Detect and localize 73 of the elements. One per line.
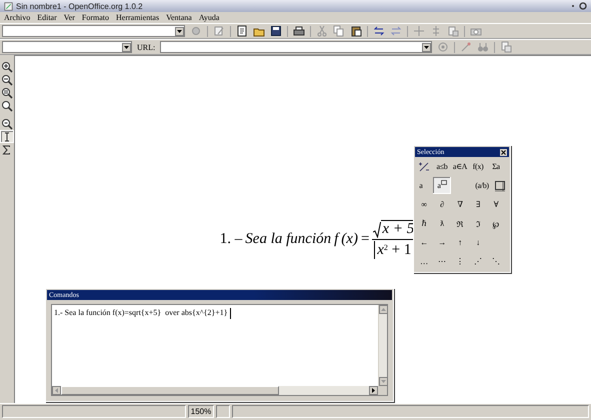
menu-item[interactable]: Ver	[64, 13, 75, 22]
symbol-button[interactable]: a≤b	[433, 158, 451, 175]
url-label: URL:	[137, 42, 156, 52]
status-cell	[216, 405, 230, 418]
menu-item[interactable]: Editar	[37, 13, 57, 22]
zoom-level: 150%	[188, 405, 214, 418]
symbol-button[interactable]: a∈A	[451, 158, 469, 175]
scroll-up-button[interactable]	[379, 305, 388, 314]
down-arrow-icon	[381, 380, 386, 383]
placeholder-box-icon	[440, 180, 447, 185]
copy-icon[interactable]	[333, 25, 345, 37]
fraction-icon[interactable]	[418, 160, 430, 172]
symbol-button[interactable]: ↓	[469, 234, 487, 251]
window-title: Sin nombre1 - OpenOffice.org 1.0.2	[16, 2, 144, 10]
scroll-thumb[interactable]	[61, 386, 279, 395]
undo-icon[interactable]	[373, 25, 385, 37]
symbol-button[interactable]: f(x)	[469, 158, 487, 175]
menu-item[interactable]: Formato	[82, 13, 109, 22]
symbol-button[interactable]: ∀	[487, 196, 505, 213]
symbol-button[interactable]: …	[415, 253, 433, 270]
close-icon[interactable]	[500, 148, 507, 156]
scrollbar-corner	[378, 386, 387, 395]
load-url-combo[interactable]	[2, 25, 185, 37]
menu-item[interactable]: Archivo	[4, 13, 30, 22]
symbol-button[interactable]: ↑	[451, 234, 469, 251]
symbol-button[interactable]: ⋮	[451, 253, 469, 270]
symbol-button[interactable]: ⋯	[433, 253, 451, 270]
app-icon	[4, 2, 13, 10]
menu-item[interactable]: Ayuda	[198, 13, 220, 22]
symbol-button[interactable]: ℘	[487, 215, 505, 232]
zoom-grid-icon[interactable]	[1, 86, 13, 98]
paste-icon[interactable]	[350, 25, 362, 37]
minimize-icon[interactable]	[570, 2, 576, 10]
symbol-button[interactable]: ƛ	[433, 215, 451, 232]
symbol-button[interactable]: ∃	[469, 196, 487, 213]
scroll-right-button[interactable]	[369, 386, 378, 395]
symbol-button[interactable]: (a/b)	[473, 177, 491, 194]
symbol-button[interactable]: →	[433, 234, 451, 251]
dropdown-arrow-icon[interactable]	[124, 46, 129, 48]
symbol-button[interactable]: ℜ	[451, 215, 469, 232]
right-arrow-icon	[372, 388, 375, 393]
symbol-button[interactable]: ∇	[451, 196, 469, 213]
symbol-button[interactable]: ∞	[415, 196, 433, 213]
symbol-button[interactable]: ←	[415, 234, 433, 251]
new-document-icon[interactable]	[236, 25, 248, 37]
magnifier-icon[interactable]	[1, 100, 13, 112]
left-arrow-icon	[55, 388, 58, 393]
up-arrow-icon	[381, 308, 386, 311]
target-frame-combo[interactable]	[2, 41, 132, 53]
vertical-scrollbar[interactable]	[378, 305, 387, 386]
menu-item[interactable]: Herramientas	[116, 13, 160, 22]
frame-icon[interactable]	[494, 180, 506, 192]
symbol-button[interactable]: a	[433, 177, 451, 194]
symbol-button[interactable]: Σa	[487, 158, 505, 175]
url-field[interactable]	[160, 41, 432, 53]
horizontal-scrollbar[interactable]	[52, 386, 378, 395]
radical-sign-icon	[373, 222, 382, 238]
scroll-left-button[interactable]	[52, 386, 61, 395]
print-icon[interactable]	[293, 25, 305, 37]
zoom-in-icon[interactable]	[1, 60, 13, 72]
symbol-button[interactable]: ℏ	[415, 215, 433, 232]
symbol-button[interactable]: a⃗	[415, 177, 433, 194]
symbol-button[interactable]: ⋰	[469, 253, 487, 270]
zoom-out-icon[interactable]	[1, 74, 13, 86]
save-icon[interactable]	[270, 25, 282, 37]
symbol-button[interactable]: ⋱	[487, 253, 505, 270]
dropdown-arrow-icon[interactable]	[177, 30, 182, 32]
symbol-button[interactable]: ∂	[433, 196, 451, 213]
menu-item[interactable]: Ventana	[166, 13, 192, 22]
symbol-button[interactable]: ℑ	[469, 215, 487, 232]
dropdown-arrow-icon[interactable]	[424, 46, 430, 48]
maximize-icon[interactable]	[579, 2, 587, 10]
sigma-icon[interactable]	[1, 144, 13, 156]
